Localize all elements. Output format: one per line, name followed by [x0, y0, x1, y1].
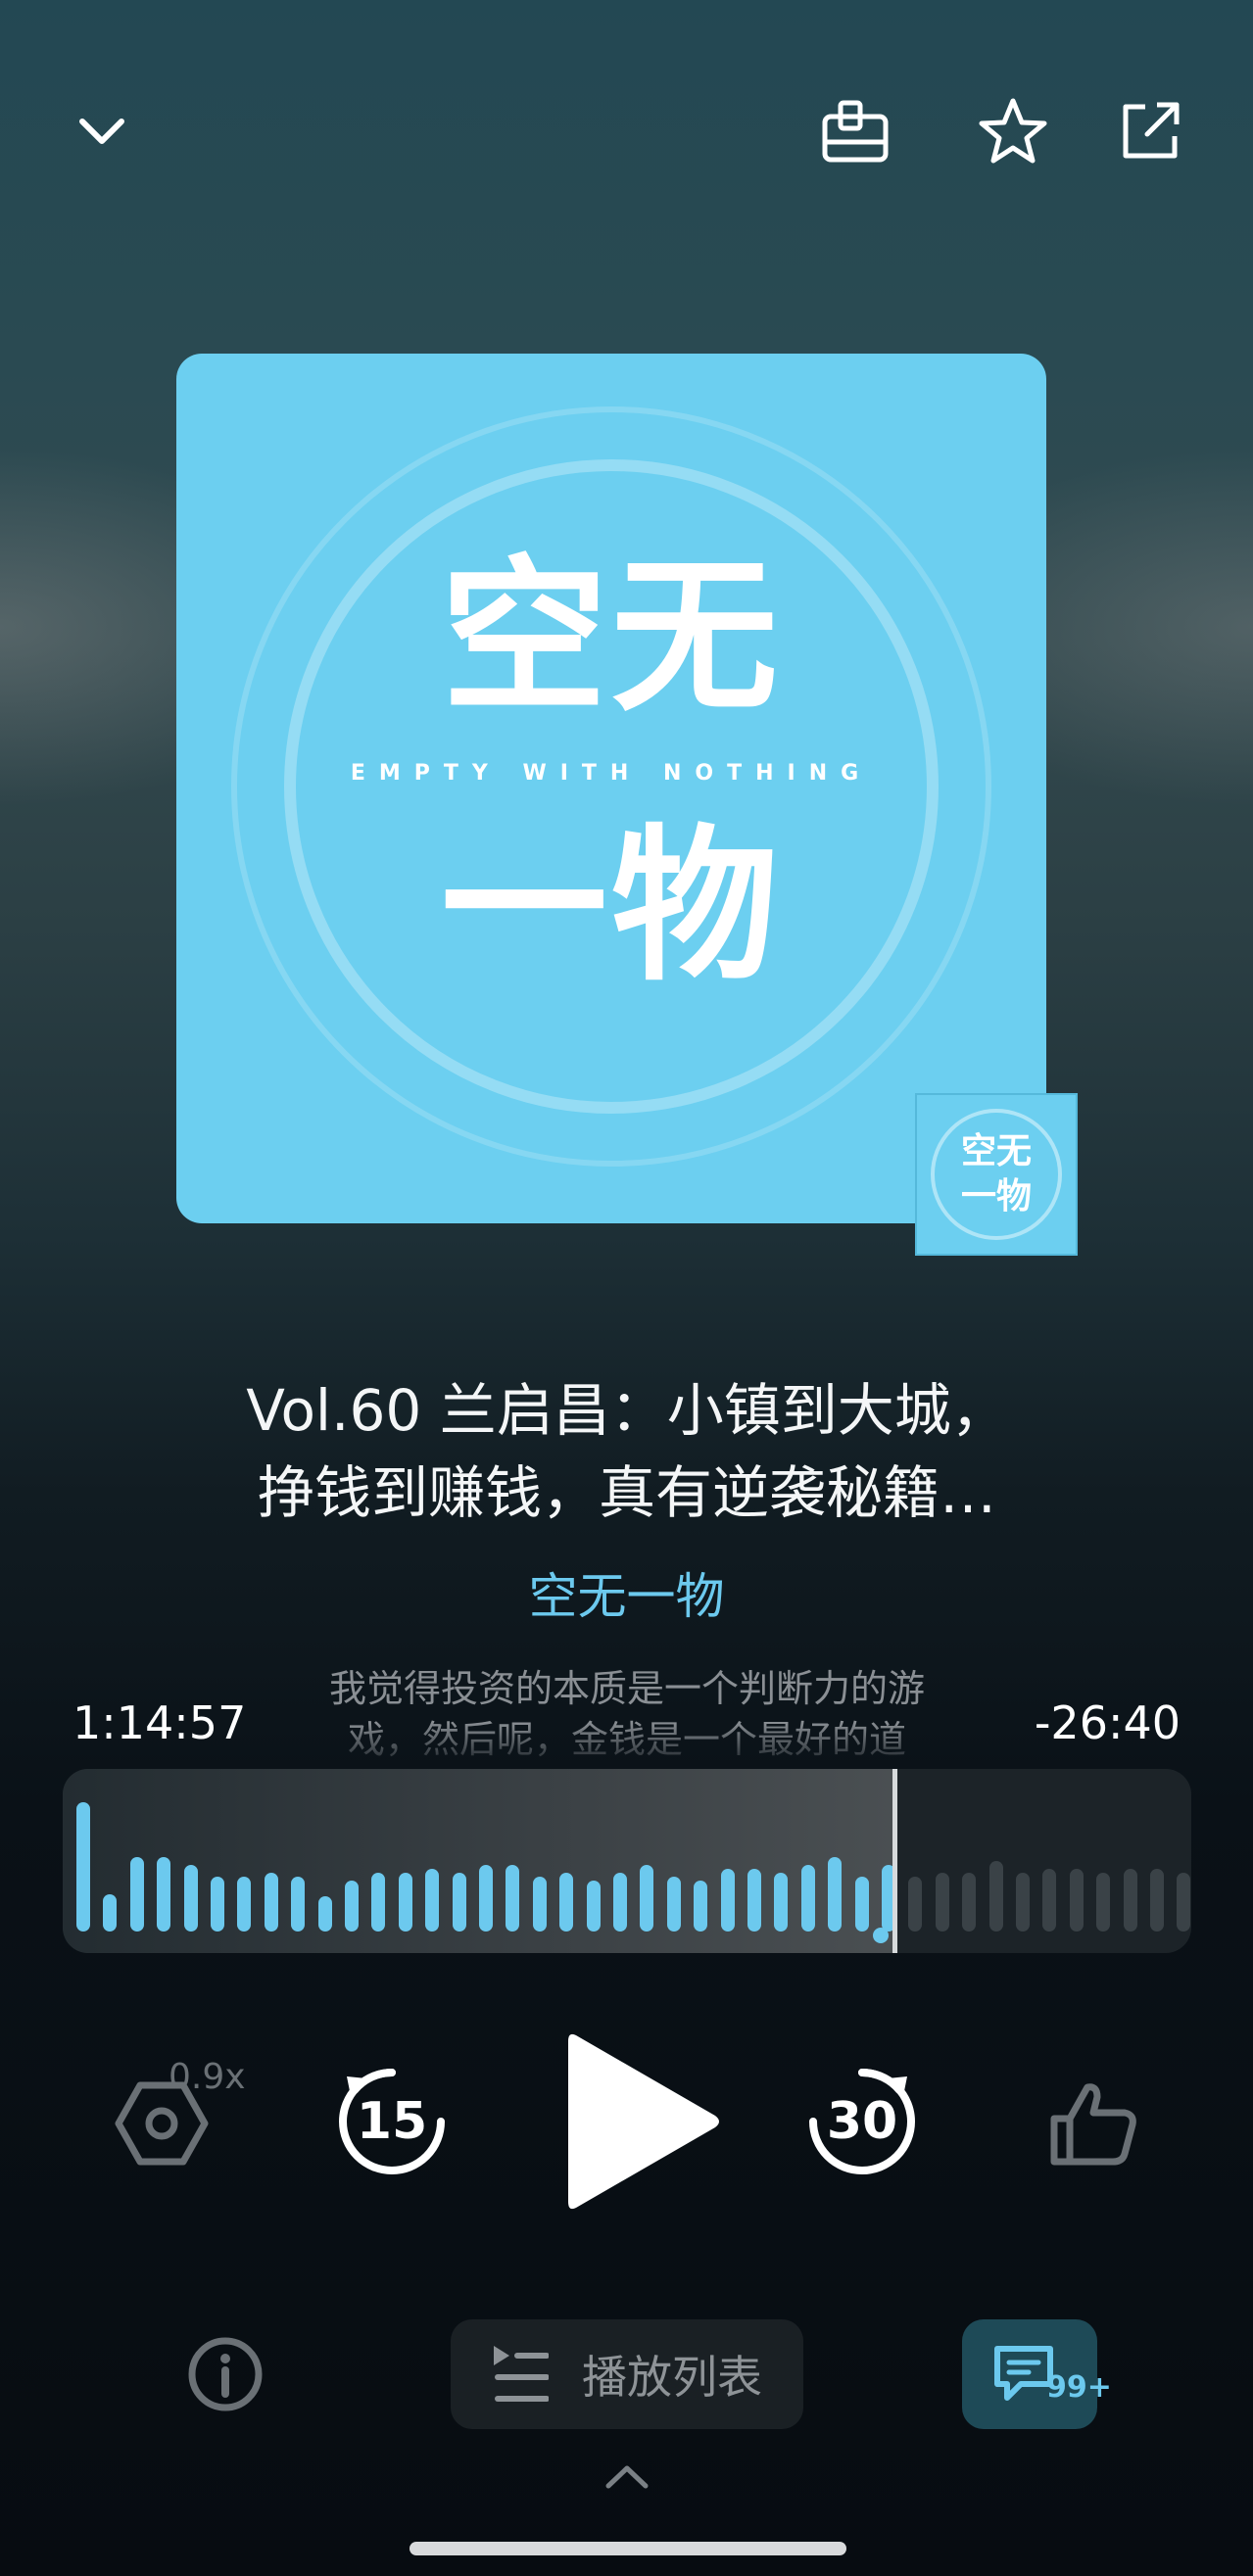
chevron-down-icon — [79, 119, 124, 144]
waveform-bar — [157, 1857, 171, 1932]
info-button[interactable] — [182, 2331, 268, 2417]
episode-title-line1: Vol.60 兰启昌：小镇到大城， — [246, 1377, 1008, 1444]
comment-count-badge: 99+ — [1046, 2370, 1112, 2405]
share-icon — [1123, 102, 1180, 159]
waveform-seekbar[interactable] — [63, 1769, 1191, 1953]
thumbnail-ring — [931, 1109, 1062, 1240]
waveform-bar — [774, 1873, 789, 1932]
add-to-shelf-button[interactable] — [817, 92, 895, 170]
speed-value: 0.9x — [169, 2057, 246, 2097]
cover-subtitle: EMPTY WITH NOTHING — [350, 761, 873, 786]
waveform-bar — [586, 1881, 601, 1932]
waveform-bar — [559, 1873, 574, 1932]
waveform-bar — [264, 1873, 278, 1932]
waveform-bar — [425, 1869, 440, 1932]
waveform-bar — [1042, 1869, 1057, 1932]
share-button[interactable] — [1111, 92, 1189, 170]
playlist-label: 播放列表 — [582, 2351, 762, 2404]
waveform-bar — [183, 1865, 198, 1932]
playlist-button[interactable]: 播放列表 — [451, 2319, 803, 2429]
chevron-up-icon — [605, 2465, 649, 2489]
waveform-bar — [103, 1894, 118, 1932]
waveform-bar — [211, 1877, 224, 1932]
waveform-bar — [532, 1877, 547, 1932]
waveform-bar — [1096, 1873, 1111, 1932]
transcript-line2: 戏，然后呢，金钱是一个最好的道 — [347, 1718, 906, 1761]
transcript-snippet[interactable]: 我觉得投资的本质是一个判断力的游 戏，然后呢，金钱是一个最好的道 — [284, 1663, 970, 1761]
waveform-bar — [345, 1881, 359, 1932]
waveform-bar — [988, 1861, 1003, 1932]
episode-title-line2: 挣钱到赚钱，真有逆袭秘籍… — [257, 1459, 996, 1526]
rewind-button[interactable]: 15 — [333, 2063, 451, 2180]
playhead-dot — [873, 1928, 889, 1943]
home-indicator[interactable] — [410, 2542, 846, 2555]
collapse-button[interactable] — [63, 92, 141, 170]
forward-seconds: 30 — [826, 2092, 898, 2151]
play-button[interactable] — [560, 2024, 727, 2219]
waveform-bar — [452, 1873, 466, 1932]
waveform-bar — [291, 1877, 306, 1932]
waveform-bar — [666, 1877, 681, 1932]
waveform-bar — [237, 1877, 252, 1932]
waveform-bar — [640, 1865, 654, 1932]
add-to-shelf-icon — [822, 100, 889, 163]
waveform-bar — [371, 1873, 386, 1932]
thumbs-up-icon — [1050, 2083, 1136, 2166]
forward-button[interactable]: 30 — [803, 2063, 921, 2180]
waveform-bar — [506, 1865, 520, 1932]
star-icon — [979, 98, 1047, 164]
waveform-bar — [398, 1873, 412, 1932]
thumbnail-line1: 空无 — [960, 1131, 1032, 1171]
waveform-bar — [962, 1873, 977, 1932]
favorite-button[interactable] — [974, 92, 1052, 170]
info-icon — [188, 2337, 263, 2411]
cover-title-line2: 一物 — [440, 810, 782, 1004]
like-button[interactable] — [1044, 2075, 1142, 2172]
episode-title[interactable]: Vol.60 兰启昌：小镇到大城， 挣钱到赚钱，真有逆袭秘籍… — [137, 1369, 1117, 1534]
comments-button[interactable]: 99+ — [962, 2319, 1112, 2429]
elapsed-time: 1:14:57 — [72, 1696, 247, 1749]
remaining-time: -26:40 — [1034, 1696, 1181, 1749]
waveform-bar — [935, 1873, 949, 1932]
waveform-bar — [479, 1865, 493, 1932]
waveform-bar — [800, 1865, 815, 1932]
waveform-bar — [129, 1857, 144, 1932]
transcript-line1: 我觉得投资的本质是一个判断力的游 — [328, 1667, 925, 1710]
cover-title-line1: 空无 — [440, 541, 782, 735]
rewind-seconds: 15 — [356, 2092, 428, 2151]
waveform-bar — [854, 1877, 869, 1932]
waveform-bar — [1016, 1873, 1030, 1932]
waveform-bar — [1177, 1873, 1191, 1932]
playlist-icon — [494, 2346, 549, 2402]
waveform-bar — [694, 1881, 708, 1932]
thumbnail-line2: 一物 — [960, 1176, 1032, 1216]
waveform-bar — [1150, 1869, 1164, 1932]
waveform-bar — [1069, 1869, 1084, 1932]
waveform-bar — [1123, 1869, 1137, 1932]
waveform-bar — [908, 1877, 923, 1932]
podcast-thumbnail[interactable]: 空无 一物 — [915, 1093, 1078, 1256]
play-icon — [568, 2033, 719, 2210]
waveform-bar — [76, 1802, 90, 1932]
waveform-bar — [317, 1896, 332, 1932]
playhead[interactable] — [892, 1769, 897, 1953]
waveform-bar — [828, 1857, 843, 1932]
waveform-bar — [613, 1873, 627, 1932]
waveform-bar — [720, 1869, 735, 1932]
waveform-bar — [747, 1869, 761, 1932]
podcast-name[interactable]: 空无一物 — [0, 1557, 1253, 1628]
expand-button[interactable] — [598, 2457, 656, 2496]
